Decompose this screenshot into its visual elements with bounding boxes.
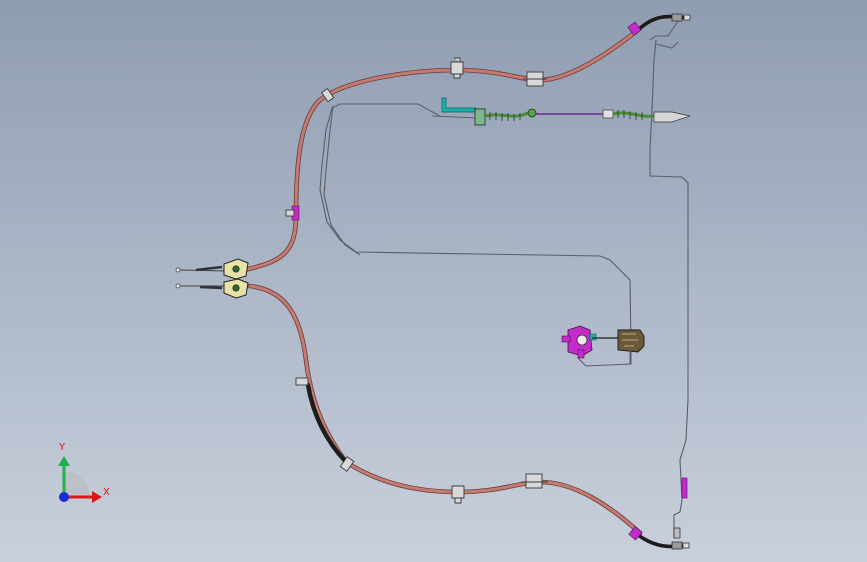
clip-left-vertical (285, 209, 295, 217)
hose-green-union (527, 108, 537, 118)
parking-brake-cables (241, 14, 688, 549)
hose-green-section (485, 111, 529, 118)
coordinate-triad (58, 456, 102, 503)
lower-end-tip (682, 542, 690, 549)
equalizer-pivot-upper (232, 265, 240, 273)
brake-line-right-bracket (649, 17, 681, 49)
brake-line-group (319, 17, 689, 538)
equalizer-sleeve-lower (199, 285, 223, 290)
triad-x-label: X (103, 487, 110, 498)
triad-rotation-arc (64, 471, 90, 497)
triad-y-label: Y (59, 442, 66, 453)
abs-port-bottom (577, 349, 585, 359)
hose-teal-bracket (441, 97, 477, 113)
equalizer-assembly (175, 258, 249, 299)
upper-ferrule (627, 21, 642, 36)
brake-line-to-hose (431, 115, 479, 119)
hose-fitting-left (474, 108, 486, 126)
abs-actuator-body (617, 329, 645, 353)
clip-upper-2 (450, 57, 464, 79)
brake-cable-assembly-model[interactable] (0, 0, 867, 562)
right-line-ferrule-lower (681, 477, 688, 499)
hose-end-fitting (653, 111, 692, 123)
lower-end-fitting (671, 541, 683, 550)
upper-end-fitting (671, 13, 683, 22)
hose-green-section-right (612, 111, 655, 118)
upper-end-tip (683, 14, 691, 21)
equalizer-sleeve-upper (195, 265, 223, 272)
abs-teal-clip (589, 333, 597, 341)
rod-end-lower (175, 283, 181, 289)
rod-end-upper (175, 267, 181, 273)
brake-line-left-upper-second (323, 105, 361, 256)
hose-fitting-right (602, 109, 614, 119)
triad-y-arrow (58, 456, 70, 466)
cable-upper-outline (241, 27, 641, 273)
triad-z-axis-dot (59, 492, 69, 502)
cable-lower-main (248, 284, 642, 535)
abs-center-boss (576, 334, 588, 346)
cable-end-tips (671, 13, 691, 550)
abs-valve-unit (561, 325, 645, 364)
clip-lower-4 (525, 473, 543, 489)
cable-lower-outline (247, 283, 643, 536)
lower-end-collar (673, 527, 681, 539)
abs-port-left (561, 335, 571, 343)
cable-upper-main (242, 28, 640, 272)
triad-x-arrow (92, 491, 102, 503)
equalizer-pivot-lower (232, 284, 240, 292)
clip-lower-3 (451, 485, 465, 504)
brake-line-upper-loop (319, 103, 632, 347)
cad-viewport[interactable]: Y X (0, 0, 867, 562)
clip-lower-1 (295, 377, 309, 386)
